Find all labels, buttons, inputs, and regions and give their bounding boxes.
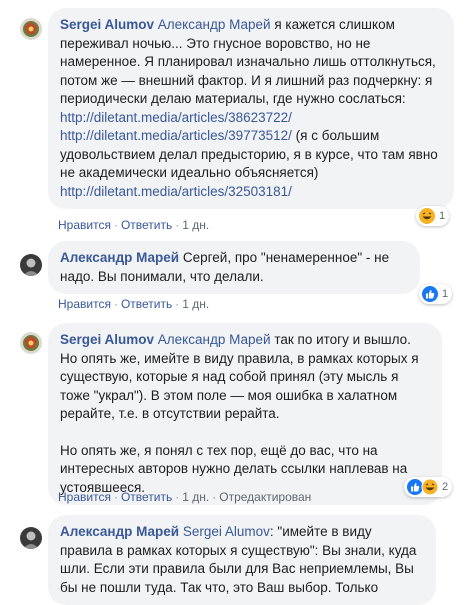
haha-reaction-icon xyxy=(421,478,439,496)
reply-button[interactable]: Ответить xyxy=(121,490,172,504)
like-button[interactable]: Нравится xyxy=(58,297,111,311)
reaction-count: 1 xyxy=(442,288,449,300)
comment-text: Но опять же, я понял с тех пор, ещё до в… xyxy=(60,442,408,495)
comment-mention[interactable]: Александр Марей xyxy=(158,332,271,347)
avatar[interactable] xyxy=(20,332,42,354)
haha-reaction-icon xyxy=(419,208,435,224)
reactions-badge[interactable]: 2 xyxy=(404,477,453,497)
timestamp[interactable]: 1 дн. xyxy=(182,218,209,232)
comment-bubble: Sergei Alumov Александр Марей я кажется … xyxy=(48,8,454,209)
reply-button[interactable]: Ответить xyxy=(121,297,172,311)
avatar-image xyxy=(20,254,42,276)
timestamp[interactable]: 1 дн. xyxy=(182,490,209,504)
comment-bubble: Sergei Alumov Александр Марей так по ито… xyxy=(48,323,442,505)
avatar-image xyxy=(20,18,42,40)
reply-button[interactable]: Ответить xyxy=(121,218,172,232)
comment-actions: Нравится · Ответить · 1 дн. xyxy=(58,297,210,311)
comment-actions: Нравится · Ответить · 1 дн. xyxy=(58,218,210,232)
reactions-badge[interactable]: 1 xyxy=(419,284,453,304)
like-button[interactable]: Нравится xyxy=(58,218,111,232)
reaction-count: 1 xyxy=(439,210,446,222)
avatar[interactable] xyxy=(20,254,42,276)
avatar[interactable] xyxy=(20,527,42,549)
reaction-count: 2 xyxy=(442,481,449,493)
comment-author[interactable]: Александр Марей xyxy=(60,524,179,539)
comment-author[interactable]: Александр Марей xyxy=(60,250,179,265)
like-button[interactable]: Нравится xyxy=(58,490,111,504)
comment-link[interactable]: http://diletant.media/articles/32503181/ xyxy=(60,183,442,202)
avatar-image xyxy=(20,332,42,354)
comment-bubble: Александр Марей Sergei Alumov: "имейте в… xyxy=(48,515,436,605)
edited-label[interactable]: Отредактирован xyxy=(219,490,311,504)
timestamp[interactable]: 1 дн. xyxy=(182,297,209,311)
comment-link[interactable]: http://diletant.media/articles/39773512/ xyxy=(60,128,292,143)
avatar-image xyxy=(20,527,42,549)
comment-bubble: Александр Марей Сергей, про "ненамеренно… xyxy=(48,241,420,294)
comment-author[interactable]: Sergei Alumov xyxy=(60,332,154,347)
comment-mention[interactable]: Александр Марей xyxy=(158,17,271,32)
like-reaction-icon xyxy=(422,286,438,302)
avatar[interactable] xyxy=(20,18,42,40)
comment-link[interactable]: http://diletant.media/articles/38623722/ xyxy=(60,109,442,128)
comment-mention[interactable]: Sergei Alumov xyxy=(183,524,270,539)
reactions-badge[interactable]: 1 xyxy=(416,206,450,226)
comment-actions: Нравится · Ответить · 1 дн. · Отредактирован xyxy=(58,490,312,504)
comment-author[interactable]: Sergei Alumov xyxy=(60,17,154,32)
